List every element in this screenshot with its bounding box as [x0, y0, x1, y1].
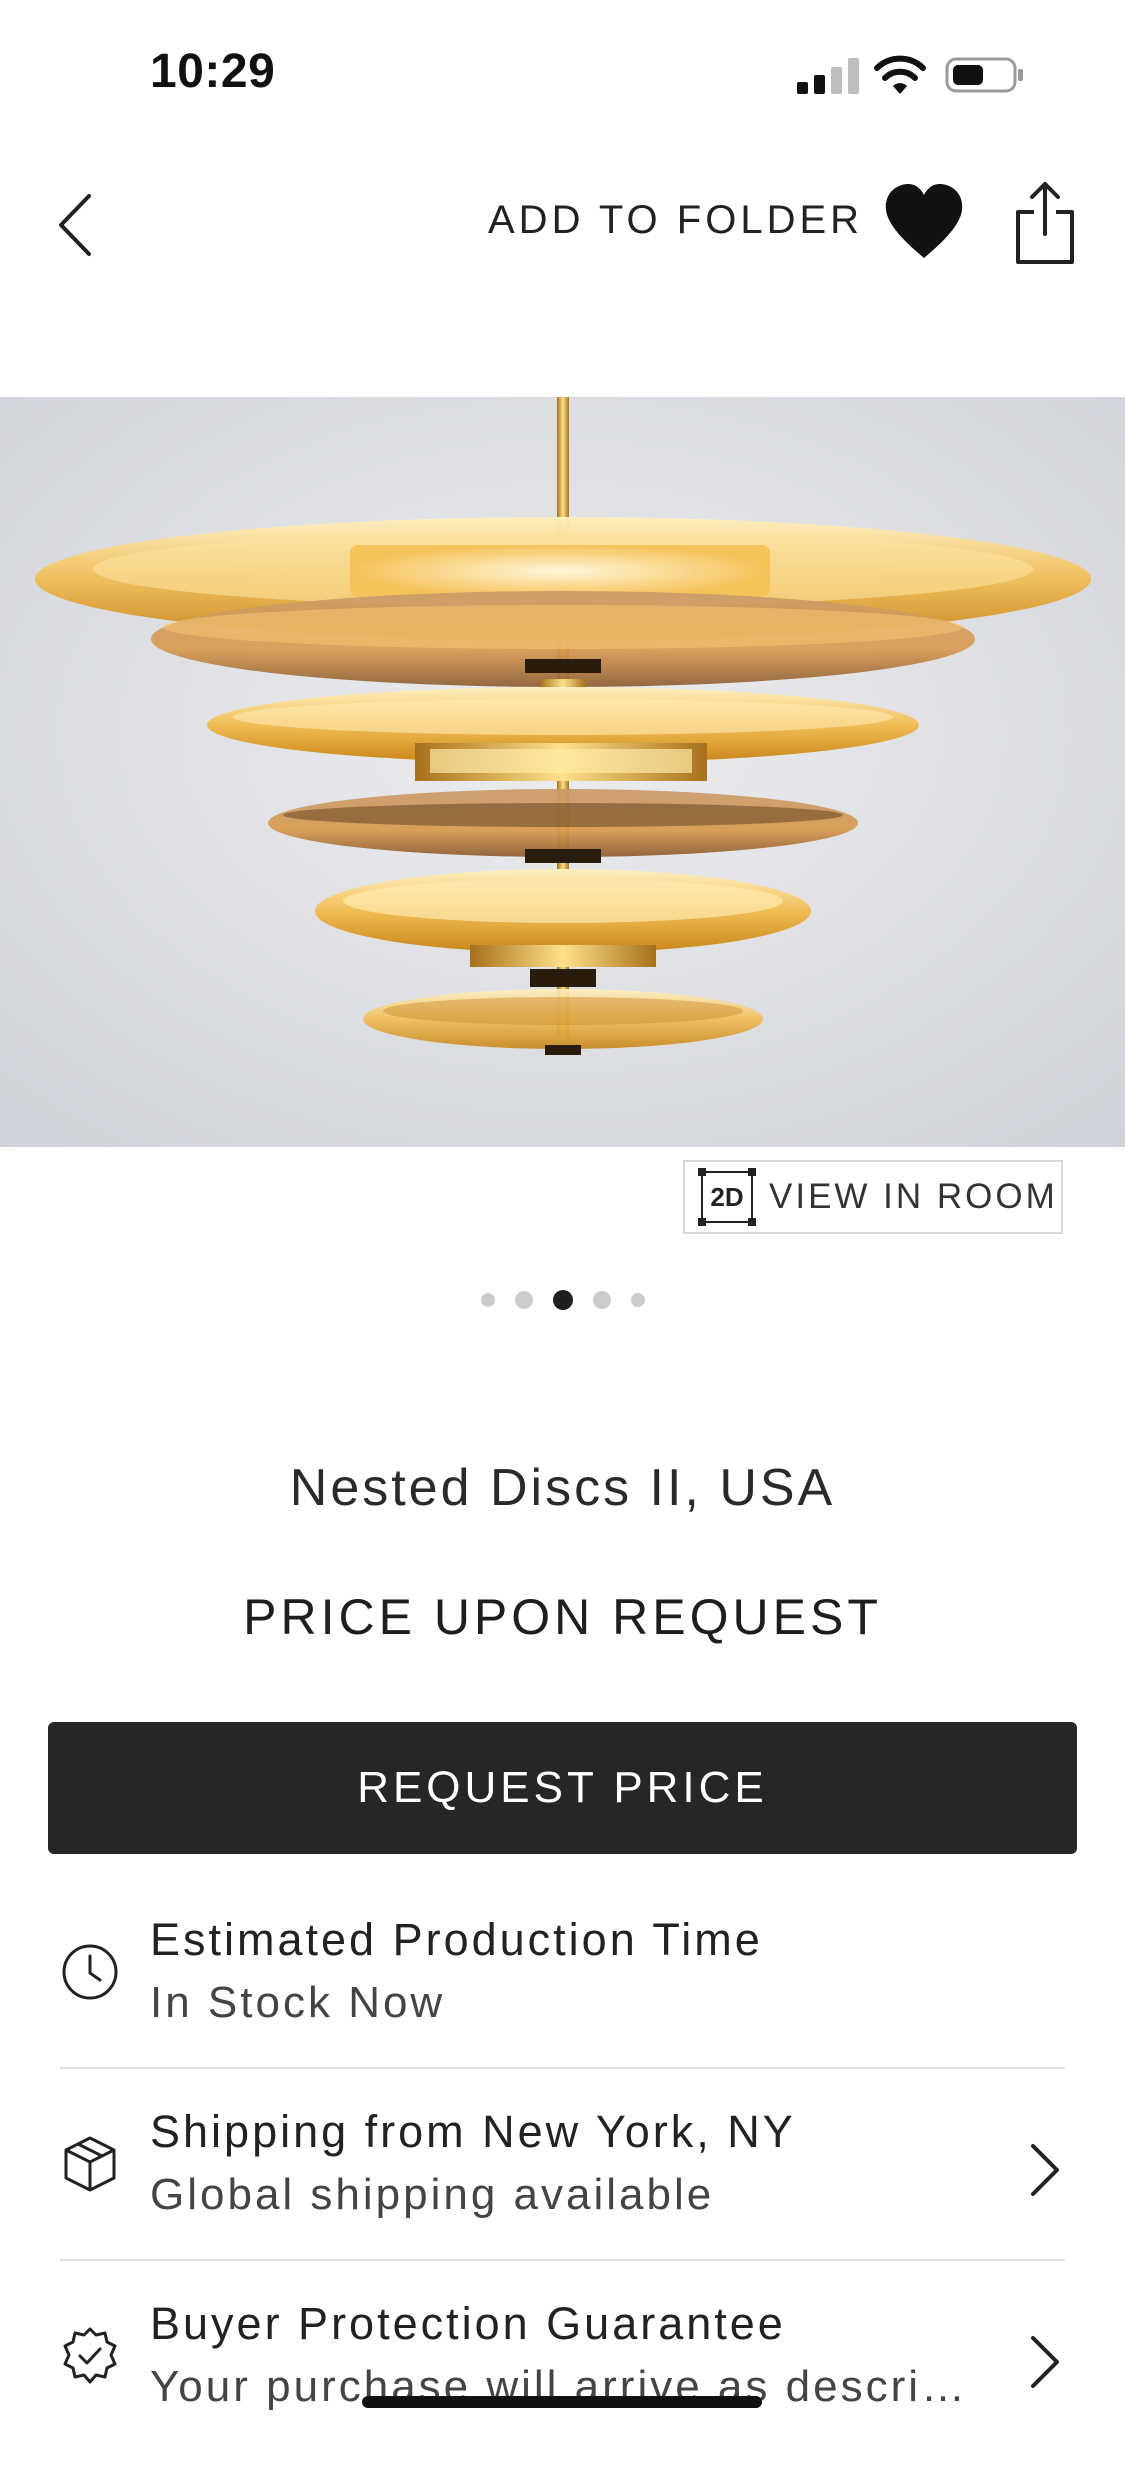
buyer-protection-title: Buyer Protection Guarantee — [150, 2298, 786, 2349]
view-in-room-button[interactable]: 2D VIEW IN ROOM — [683, 1160, 1063, 1234]
carousel-dot[interactable] — [514, 1291, 533, 1309]
price-label: PRICE UPON REQUEST — [243, 1589, 882, 1645]
request-price-button[interactable]: REQUEST PRICE — [48, 1722, 1077, 1854]
box-icon — [64, 2136, 116, 2192]
back-button[interactable] — [40, 180, 110, 270]
share-icon[interactable] — [1010, 178, 1080, 268]
status-bar: 10:29 — [0, 0, 1125, 150]
battery-icon — [945, 57, 1023, 93]
wifi-icon — [874, 55, 926, 94]
chevron-left-icon — [59, 194, 91, 256]
production-time-value: In Stock Now — [150, 1978, 446, 2027]
view-in-room-label: VIEW IN ROOM — [769, 1177, 1058, 1216]
carousel-dot-active[interactable] — [552, 1290, 573, 1310]
product-title: Nested Discs II, USA — [289, 1459, 836, 1517]
carousel-dot[interactable] — [630, 1293, 645, 1307]
carousel-dot[interactable] — [480, 1293, 495, 1307]
carousel-dot[interactable] — [592, 1291, 611, 1309]
divider — [60, 2067, 1065, 2069]
shipping-row[interactable]: Shipping from New York, NY Global shippi… — [60, 2092, 1065, 2282]
heart-icon[interactable] — [880, 178, 968, 266]
signal-icon — [797, 58, 859, 94]
badge-check-icon — [63, 2327, 117, 2384]
shipping-title: Shipping from New York, NY — [150, 2106, 796, 2157]
2d-frame-icon: 2D — [697, 1167, 757, 1227]
shipping-subtitle: Global shipping available — [150, 2170, 715, 2219]
status-time: 10:29 — [150, 45, 276, 98]
production-time-title: Estimated Production Time — [150, 1914, 763, 1965]
buyer-protection-row[interactable]: Buyer Protection Guarantee Your purchase… — [60, 2284, 1065, 2474]
2d-badge-label: 2D — [710, 1181, 744, 1212]
chevron-right-icon — [1031, 2144, 1059, 2196]
clock-icon — [62, 1944, 118, 2000]
home-indicator — [362, 2396, 762, 2408]
production-time-row: Estimated Production Time In Stock Now — [60, 1900, 1065, 2090]
nav-bar: ADD TO FOLDER — [0, 150, 1125, 300]
chevron-right-icon — [1031, 2336, 1059, 2388]
lamp-image — [0, 397, 1125, 1147]
add-to-folder-button[interactable]: ADD TO FOLDER — [488, 198, 863, 243]
carousel-pagination[interactable] — [0, 1288, 1125, 1312]
product-image[interactable] — [0, 397, 1125, 1147]
divider — [60, 2259, 1065, 2261]
